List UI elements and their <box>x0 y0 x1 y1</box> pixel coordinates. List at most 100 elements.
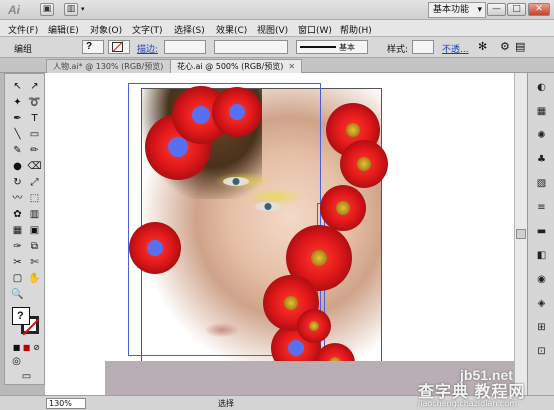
rotate-icon[interactable]: ↻ <box>10 176 25 190</box>
gradient-icon[interactable]: ▣ <box>27 224 42 238</box>
fill-unknown-label: ? <box>17 310 24 322</box>
workspace-switcher[interactable]: 基本功能 ▾ <box>428 2 486 18</box>
symbols-icon[interactable]: ♣ <box>534 153 549 167</box>
eyedropper-icon[interactable]: ✑ <box>10 240 25 254</box>
flower-center <box>336 201 350 215</box>
flower-center <box>309 321 319 331</box>
menu-help[interactable]: 帮助(H) <box>340 23 372 36</box>
fill-swatch[interactable]: ? <box>82 40 104 54</box>
flower-blue-center[interactable] <box>212 87 262 137</box>
selection-icon[interactable]: ↖ <box>10 80 25 94</box>
arrange-dropdown-icon[interactable]: ▾ <box>81 5 85 13</box>
zoom-value: 130% <box>49 399 72 408</box>
artboard-icon[interactable]: ▢ <box>10 272 25 286</box>
eraser-icon[interactable]: ⌫ <box>27 160 42 174</box>
restore-button[interactable]: □ <box>507 3 526 16</box>
menu-view[interactable]: 视图(V) <box>257 23 288 36</box>
artboard-canvas[interactable] <box>45 73 514 395</box>
minimize-button[interactable]: — <box>487 3 506 16</box>
color-icon[interactable]: ◐ <box>534 81 549 95</box>
brushes-icon[interactable]: ✺ <box>534 129 549 143</box>
flower-blue-center[interactable] <box>129 222 181 274</box>
swatches-icon[interactable]: ▦ <box>534 105 549 119</box>
screen-mode-icon[interactable]: ▭ <box>19 370 34 384</box>
flower-center <box>192 106 210 124</box>
menu-window[interactable]: 窗口(W) <box>298 23 332 36</box>
lasso-icon[interactable]: ➰ <box>27 96 42 110</box>
close-button[interactable]: ✕ <box>528 3 550 16</box>
arrange-documents-icon[interactable]: ▥ <box>64 3 78 16</box>
scroll-thumb[interactable] <box>516 229 526 239</box>
style-swatch[interactable] <box>412 40 434 54</box>
pen-icon[interactable]: ✒ <box>10 112 25 126</box>
line-icon[interactable]: ╲ <box>10 128 25 142</box>
fill-stroke-widget[interactable]: ? <box>12 307 40 335</box>
graphic-styles-icon[interactable]: ▧ <box>534 177 549 191</box>
recolor-artwork-icon[interactable]: ✻ <box>478 40 487 53</box>
free-transform-icon[interactable]: ⬚ <box>27 192 42 206</box>
flower-gold-center[interactable] <box>320 185 366 231</box>
graph-icon[interactable]: ▥ <box>27 208 42 222</box>
appearance-icon[interactable]: ◉ <box>534 273 549 287</box>
flower-center <box>284 296 298 310</box>
menu-select[interactable]: 选择(S) <box>174 23 205 36</box>
none-mode-icon[interactable]: ⊘ <box>29 341 44 355</box>
align-icon[interactable]: ⊞ <box>534 321 549 335</box>
brush-definition-field[interactable]: 基本 <box>296 40 368 54</box>
direct-selection-icon[interactable]: ↗ <box>27 80 42 94</box>
flower-gold-center[interactable] <box>297 309 331 343</box>
tab-renwu[interactable]: 人物.ai* @ 130% (RGB/预览)✕ <box>46 59 183 73</box>
close-tab-icon[interactable]: ✕ <box>288 62 295 71</box>
workspace-label: 基本功能 <box>433 5 470 15</box>
stroke-swatch[interactable] <box>108 40 130 54</box>
transparency-icon[interactable]: ◧ <box>534 249 549 263</box>
stroke-icon[interactable]: ≡ <box>534 201 549 215</box>
stroke-weight-field[interactable] <box>164 40 206 54</box>
blob-brush-icon[interactable]: ● <box>10 160 25 174</box>
rectangle-icon[interactable]: ▭ <box>27 128 42 142</box>
variable-width-field[interactable] <box>214 40 288 54</box>
flower-center <box>147 240 163 256</box>
layers-icon[interactable]: ◈ <box>534 297 549 311</box>
menu-effect[interactable]: 效果(C) <box>216 23 247 36</box>
gradient-panel-icon[interactable]: ▬ <box>534 225 549 239</box>
flower-center <box>288 340 304 356</box>
type-icon[interactable]: T <box>27 112 42 126</box>
warp-icon[interactable]: 〰 <box>10 192 25 206</box>
pencil-icon[interactable]: ✏ <box>27 144 42 158</box>
hand-icon[interactable]: ✋ <box>27 272 42 286</box>
zoom-field[interactable]: 130% <box>46 398 86 409</box>
title-bar: Ai ▣ ▥ ▾ 基本功能 ▾ — □ ✕ <box>0 0 554 20</box>
slice-icon[interactable]: ✂ <box>10 256 25 270</box>
magic-wand-icon[interactable]: ✦ <box>10 96 25 110</box>
menu-file[interactable]: 文件(F) <box>8 23 38 36</box>
scissors-icon[interactable]: ✄ <box>27 256 42 270</box>
flower-center <box>168 137 188 157</box>
selection-type-label: 编组 <box>14 45 33 55</box>
vertical-scrollbar[interactable] <box>514 73 527 395</box>
fill-color-swatch[interactable]: ? <box>12 307 30 325</box>
transform-icon[interactable]: ⊡ <box>534 345 549 359</box>
document-setup-icon[interactable]: ▤ <box>515 40 525 53</box>
stroke-line-preview <box>300 46 336 48</box>
flower-gold-center[interactable] <box>340 140 388 188</box>
flower-center <box>346 123 360 137</box>
isolate-group-icon[interactable]: ⚙ <box>500 40 510 53</box>
style-label: 样式: <box>387 45 409 55</box>
scale-icon[interactable]: ⤢ <box>27 176 42 190</box>
menu-edit[interactable]: 编辑(E) <box>48 23 79 36</box>
zoom-icon[interactable]: 🔍 <box>10 288 25 302</box>
drawing-mode-icon[interactable]: ◎ <box>9 355 24 369</box>
menu-object[interactable]: 对象(O) <box>90 23 122 36</box>
bridge-icon[interactable]: ▣ <box>40 3 54 16</box>
brush-icon[interactable]: ✎ <box>10 144 25 158</box>
menu-type[interactable]: 文字(T) <box>132 23 163 36</box>
watermark-url: jiaocheng.chazidian.com <box>418 399 518 408</box>
stroke-label[interactable]: 描边: <box>137 42 158 55</box>
opacity-label[interactable]: 不透... <box>442 42 469 55</box>
mesh-icon[interactable]: ▦ <box>10 224 25 238</box>
flower-center <box>311 250 327 266</box>
tab-huaxin[interactable]: 花心.ai @ 500% (RGB/预览) ✕ <box>170 59 303 73</box>
blend-icon[interactable]: ⧉ <box>27 240 42 254</box>
symbol-sprayer-icon[interactable]: ✿ <box>10 208 25 222</box>
